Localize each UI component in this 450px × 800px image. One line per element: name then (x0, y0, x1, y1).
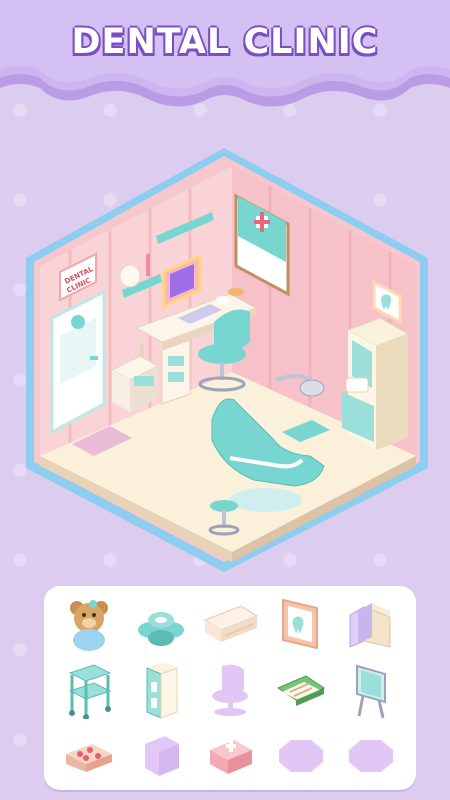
room-scene: DENTAL CLINIC (26, 148, 428, 572)
cushion-icon[interactable] (54, 724, 124, 788)
octagon-mat-icon (266, 724, 336, 788)
round-rug-icon (336, 724, 406, 788)
inventory-tray (44, 586, 416, 790)
clipboard-icon[interactable] (266, 658, 336, 722)
chair-icon (196, 658, 266, 722)
first-aid-box-icon[interactable] (196, 724, 266, 788)
teddy-bear-icon[interactable] (54, 592, 124, 656)
page-title: DENTAL CLINIC (71, 22, 379, 62)
stool-icon (126, 724, 196, 788)
xray-viewer-icon[interactable] (336, 658, 406, 722)
towel-stack-icon[interactable] (126, 592, 196, 656)
cabinet-icon[interactable] (126, 658, 196, 722)
file-folders-icon[interactable] (336, 592, 406, 656)
tooth-frame-icon[interactable] (266, 592, 336, 656)
dental-cart-icon[interactable] (54, 658, 124, 722)
air-conditioner-icon[interactable] (196, 592, 266, 656)
